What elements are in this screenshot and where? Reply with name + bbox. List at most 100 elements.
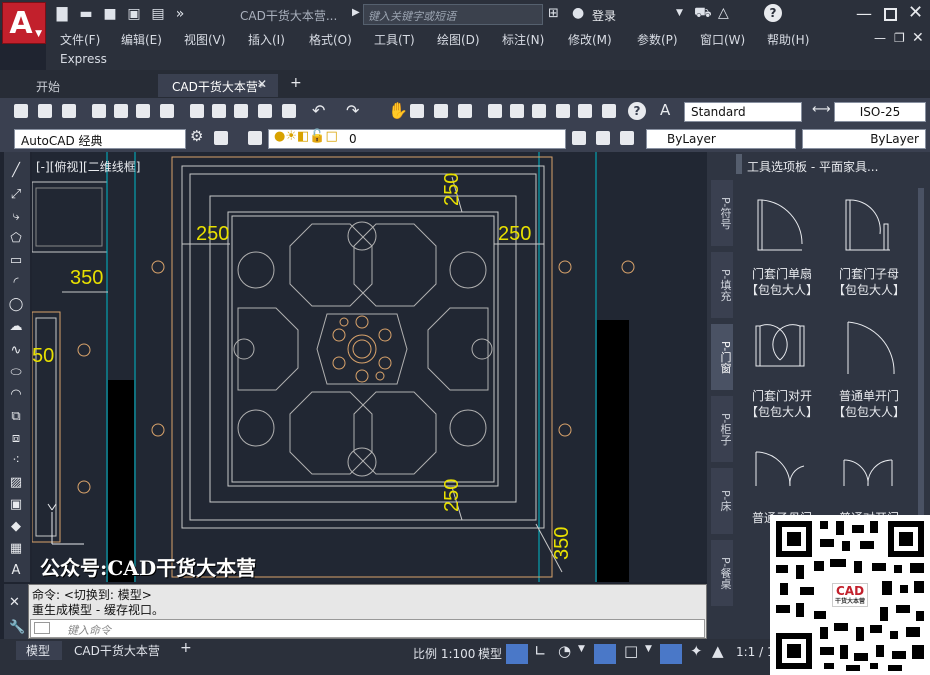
- zoom-window-icon[interactable]: [434, 104, 448, 118]
- osnap-icon[interactable]: □: [624, 642, 638, 660]
- menu-express[interactable]: Express: [60, 52, 107, 66]
- layer-properties-icon[interactable]: [248, 131, 262, 145]
- region-icon[interactable]: ◆: [8, 520, 24, 534]
- menu-view[interactable]: 视图(V): [184, 31, 226, 48]
- polygon-icon[interactable]: ⬠: [8, 232, 24, 246]
- tab-close-icon[interactable]: ✕: [257, 77, 267, 91]
- help-button[interactable]: ?: [764, 4, 782, 22]
- door-plain-double-icon[interactable]: [840, 446, 896, 496]
- publish-icon[interactable]: [136, 104, 150, 118]
- wrench-icon[interactable]: 🔧: [9, 620, 25, 635]
- open-folder-icon[interactable]: ▬: [78, 6, 94, 22]
- revcloud-icon[interactable]: ☁: [8, 320, 24, 334]
- viewport-scale[interactable]: 比例 1:100: [413, 645, 475, 662]
- close-icon[interactable]: ✕: [908, 2, 923, 23]
- menu-modify[interactable]: 修改(M): [568, 31, 612, 48]
- ortho-icon[interactable]: ∟: [534, 642, 547, 660]
- insert-block-icon[interactable]: ⧉: [8, 410, 24, 424]
- new-tab-icon[interactable]: +: [290, 75, 302, 91]
- polar-icon[interactable]: ◔: [558, 642, 571, 660]
- ellipse-icon[interactable]: ⬭: [8, 366, 24, 380]
- palette-item[interactable]: 门套门单扇 【包包大人】: [742, 266, 822, 298]
- menu-format[interactable]: 格式(O): [309, 31, 352, 48]
- print-icon[interactable]: [92, 104, 106, 118]
- 3d-dwf-icon[interactable]: [160, 104, 174, 118]
- app-logo-button[interactable]: A ▼: [2, 2, 46, 44]
- color-select[interactable]: ByLayer: [646, 129, 796, 149]
- mtext-icon[interactable]: A: [8, 564, 24, 578]
- menu-dimension[interactable]: 标注(N): [502, 31, 544, 48]
- exchange-icon[interactable]: △: [718, 5, 729, 21]
- table-icon[interactable]: ▦: [8, 542, 24, 556]
- layout-tab-layout[interactable]: CAD干货大本营: [74, 642, 160, 659]
- command-input[interactable]: 键入命令: [30, 619, 705, 638]
- model-space-toggle[interactable]: 模型: [478, 645, 502, 662]
- arc-icon[interactable]: ◜: [8, 276, 24, 290]
- login-link[interactable]: 登录: [592, 7, 616, 24]
- palette-tab-hatch[interactable]: P-填充: [711, 252, 733, 318]
- tab-start[interactable]: 开始: [22, 74, 74, 97]
- palette-item[interactable]: 门套门对开 【包包大人】: [742, 388, 822, 420]
- match-properties-icon[interactable]: [258, 104, 272, 118]
- spline-icon[interactable]: ∿: [8, 344, 24, 358]
- save-icon[interactable]: ■: [102, 6, 118, 22]
- cart-icon[interactable]: ⛟: [694, 5, 712, 23]
- doc-close-icon[interactable]: ✕: [912, 30, 924, 46]
- door-double-icon[interactable]: [752, 320, 808, 376]
- command-prompt-icon[interactable]: [34, 622, 50, 634]
- palette-tab-doors[interactable]: P-门窗: [711, 324, 733, 390]
- preview-icon[interactable]: [114, 104, 128, 118]
- chevron-down-icon[interactable]: ▼: [676, 8, 683, 18]
- door-plain-unequal-icon[interactable]: [752, 446, 808, 496]
- text-style-select[interactable]: Standard: [684, 102, 802, 122]
- zoom-realtime-icon[interactable]: [410, 104, 424, 118]
- annotation-scale-icon[interactable]: ▲: [712, 642, 724, 660]
- chevron-down-icon[interactable]: ▼: [645, 644, 652, 654]
- open-icon[interactable]: [38, 104, 52, 118]
- calculator-icon[interactable]: [602, 104, 616, 118]
- minimize-icon[interactable]: —: [856, 4, 872, 23]
- workspace-icon[interactable]: [214, 131, 228, 145]
- make-block-icon[interactable]: ⧈: [8, 432, 24, 446]
- save-as-icon[interactable]: ▣: [126, 6, 142, 22]
- polyline-icon[interactable]: ⤷: [8, 210, 24, 224]
- copy-icon[interactable]: [212, 104, 226, 118]
- rectangle-icon[interactable]: ▭: [8, 254, 24, 268]
- layout-tab-model[interactable]: 模型: [26, 642, 50, 659]
- palette-tab-cabinets[interactable]: P-柜子: [711, 396, 733, 462]
- palette-tab-symbols[interactable]: P-符号: [711, 180, 733, 246]
- layer-previous-icon[interactable]: [620, 131, 634, 145]
- properties-icon[interactable]: [488, 104, 502, 118]
- tool-palettes-icon[interactable]: [532, 104, 546, 118]
- annotation-visibility-icon[interactable]: [660, 644, 682, 664]
- menu-help[interactable]: 帮助(H): [767, 31, 809, 48]
- hatch-icon[interactable]: ▨: [8, 476, 24, 490]
- drawing-canvas[interactable]: 250 250 250 350 50 250 350: [32, 152, 707, 582]
- menu-window[interactable]: 窗口(W): [700, 31, 745, 48]
- chevron-down-icon[interactable]: ▼: [578, 644, 585, 654]
- isodraft-icon[interactable]: [594, 644, 616, 664]
- doc-minimize-icon[interactable]: —: [874, 31, 886, 45]
- new-file-icon[interactable]: ▇: [54, 6, 70, 22]
- palette-item[interactable]: 门套门子母 【包包大人】: [829, 266, 909, 298]
- close-icon[interactable]: ✕: [9, 595, 20, 610]
- door-single-icon[interactable]: [752, 194, 808, 254]
- help-icon[interactable]: ?: [628, 102, 646, 120]
- cut-icon[interactable]: [190, 104, 204, 118]
- make-current-icon[interactable]: [572, 131, 586, 145]
- zoom-previous-icon[interactable]: [458, 104, 472, 118]
- redo-icon[interactable]: ↷: [346, 101, 359, 120]
- ellipse-arc-icon[interactable]: ◠: [8, 388, 24, 402]
- palette-item[interactable]: 普通单开门 【包包大人】: [829, 388, 909, 420]
- binoculars-icon[interactable]: ⊞: [548, 6, 559, 21]
- doc-restore-icon[interactable]: ❐: [894, 31, 905, 45]
- add-layout-icon[interactable]: +: [180, 640, 192, 656]
- more-icon[interactable]: »: [172, 6, 188, 22]
- layer-match-icon[interactable]: [596, 131, 610, 145]
- gradient-icon[interactable]: ▣: [8, 498, 24, 512]
- linetype-select[interactable]: ByLayer: [802, 129, 926, 149]
- save-icon[interactable]: [62, 104, 76, 118]
- point-icon[interactable]: ⁖: [8, 454, 24, 468]
- design-center-icon[interactable]: [510, 104, 524, 118]
- dim-style-select[interactable]: ISO-25: [834, 102, 926, 122]
